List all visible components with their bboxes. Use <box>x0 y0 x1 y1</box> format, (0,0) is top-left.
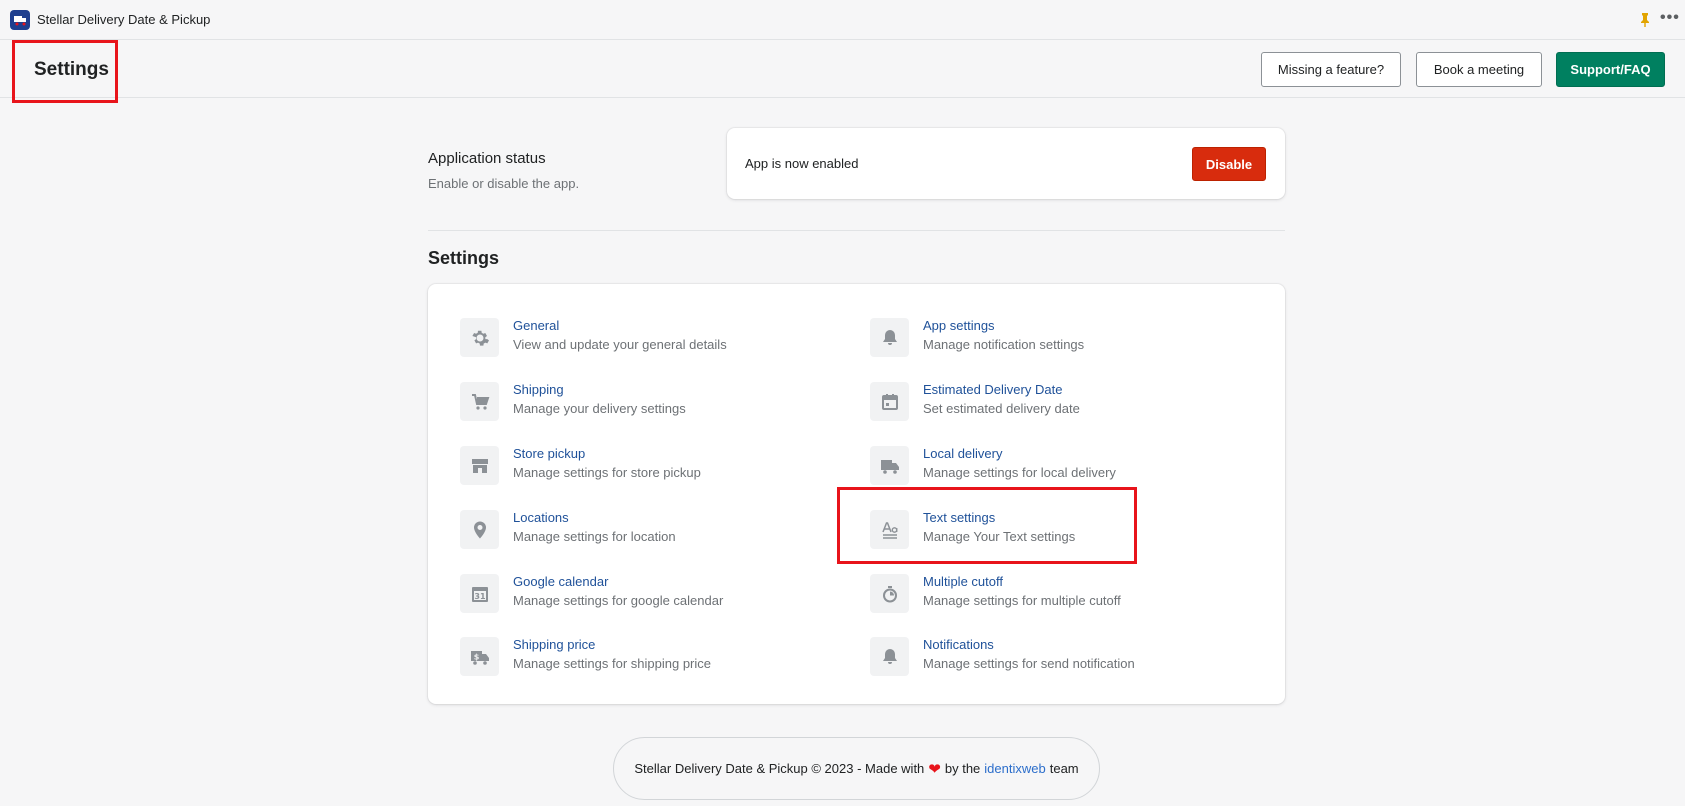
setting-shipping[interactable]: Shipping Manage your delivery settings <box>460 380 860 430</box>
setting-title[interactable]: App settings <box>923 318 995 333</box>
section-divider <box>428 230 1285 231</box>
settings-heading: Settings <box>428 248 500 268</box>
setting-description: Manage settings for multiple cutoff <box>923 593 1121 608</box>
heart-icon: ❤ <box>928 760 941 778</box>
stopwatch-icon <box>870 574 909 613</box>
store-icon <box>460 446 499 485</box>
page-title: Settings <box>34 59 109 80</box>
setting-title[interactable]: Locations <box>513 510 569 525</box>
setting-title[interactable]: General <box>513 318 559 333</box>
calendar-31-icon: 31 <box>460 574 499 613</box>
footer-prefix: Stellar Delivery Date & Pickup © 2023 - … <box>634 761 925 776</box>
status-card: App is now enabled Disable <box>727 128 1285 199</box>
pin-icon[interactable] <box>1637 12 1653 28</box>
status-text: App is now enabled <box>745 156 859 171</box>
support-faq-button[interactable]: Support/FAQ <box>1556 52 1665 87</box>
missing-feature-button[interactable]: Missing a feature? <box>1261 52 1401 87</box>
setting-title[interactable]: Google calendar <box>513 574 608 589</box>
setting-estimated-delivery-date[interactable]: Estimated Delivery Date Set estimated de… <box>870 380 1270 430</box>
calendar-icon <box>870 382 909 421</box>
truck-icon <box>870 446 909 485</box>
app-logo-icon <box>10 10 30 30</box>
cart-icon <box>460 382 499 421</box>
setting-google-calendar[interactable]: 31 Google calendar Manage settings for g… <box>460 572 860 622</box>
setting-app-settings[interactable]: App settings Manage notification setting… <box>870 316 1270 366</box>
bell-icon <box>870 318 909 357</box>
setting-locations[interactable]: Locations Manage settings for location <box>460 508 860 558</box>
footer-suffix: team <box>1049 761 1079 776</box>
truck-dollar-icon: $ <box>460 637 499 676</box>
location-pin-icon <box>460 510 499 549</box>
setting-general[interactable]: General View and update your general det… <box>460 316 860 366</box>
setting-title[interactable]: Estimated Delivery Date <box>923 382 1062 397</box>
setting-store-pickup[interactable]: Store pickup Manage settings for store p… <box>460 444 860 494</box>
book-meeting-button[interactable]: Book a meeting <box>1416 52 1542 87</box>
bell-icon <box>870 637 909 676</box>
disable-button[interactable]: Disable <box>1192 147 1266 181</box>
setting-shipping-price[interactable]: $ Shipping price Manage settings for shi… <box>460 635 860 685</box>
setting-title[interactable]: Local delivery <box>923 446 1003 461</box>
gear-icon <box>460 318 499 357</box>
setting-description: Manage settings for shipping price <box>513 656 712 671</box>
setting-description: Manage settings for store pickup <box>513 465 701 480</box>
setting-description: Manage settings for google calendar <box>513 593 724 608</box>
setting-description: Manage settings for location <box>513 529 676 544</box>
svg-text:$: $ <box>473 652 479 661</box>
app-title: Stellar Delivery Date & Pickup <box>37 12 211 27</box>
footer: Stellar Delivery Date & Pickup © 2023 - … <box>613 737 1100 800</box>
setting-description: Manage notification settings <box>923 337 1085 352</box>
svg-text:31: 31 <box>474 592 486 601</box>
identixweb-link[interactable]: identixweb <box>984 761 1045 776</box>
footer-by: by the <box>944 761 981 776</box>
setting-description: Manage your delivery settings <box>513 401 686 416</box>
more-options-icon[interactable]: ••• <box>1660 9 1680 27</box>
setting-title[interactable]: Shipping <box>513 382 564 397</box>
setting-title[interactable]: Store pickup <box>513 446 585 461</box>
setting-description: View and update your general details <box>513 337 727 352</box>
setting-description: Manage settings for local delivery <box>923 465 1116 480</box>
app-bar: Stellar Delivery Date & Pickup ••• <box>0 0 1685 40</box>
setting-multiple-cutoff[interactable]: Multiple cutoff Manage settings for mult… <box>870 572 1270 622</box>
setting-description: Set estimated delivery date <box>923 401 1080 416</box>
application-status-title: Application status <box>428 150 546 167</box>
setting-title[interactable]: Multiple cutoff <box>923 574 1003 589</box>
setting-description: Manage settings for send notification <box>923 656 1135 671</box>
setting-title[interactable]: Shipping price <box>513 637 595 652</box>
text-settings-highlight-box <box>837 487 1137 564</box>
setting-title[interactable]: Notifications <box>923 637 994 652</box>
setting-notifications[interactable]: Notifications Manage settings for send n… <box>870 635 1270 685</box>
application-status-description: Enable or disable the app. <box>428 176 580 191</box>
